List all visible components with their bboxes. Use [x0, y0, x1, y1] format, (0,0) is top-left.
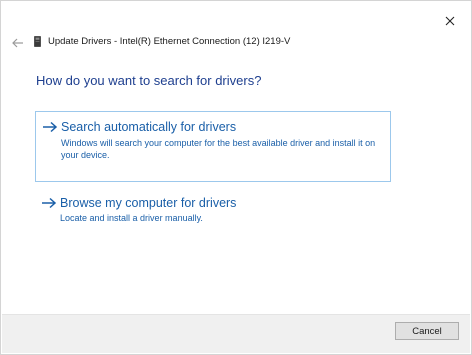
close-icon — [445, 16, 455, 26]
option-description: Locate and install a driver manually. — [60, 213, 203, 223]
search-automatically-option[interactable]: Search automatically for drivers Windows… — [35, 111, 391, 182]
dialog-title: Update Drivers - Intel(R) Ethernet Conne… — [48, 36, 291, 47]
option-title: Search automatically for drivers — [61, 120, 237, 134]
arrow-right-icon — [42, 197, 57, 209]
back-button[interactable] — [9, 34, 27, 52]
close-button[interactable] — [439, 10, 461, 32]
back-arrow-icon — [12, 38, 23, 48]
update-drivers-dialog: Update Drivers - Intel(R) Ethernet Conne… — [0, 0, 472, 355]
cancel-button[interactable]: Cancel — [395, 322, 459, 340]
option-description: Windows will search your computer for th… — [61, 138, 376, 160]
page-heading: How do you want to search for drivers? — [36, 73, 262, 88]
dialog-title-row: Update Drivers - Intel(R) Ethernet Conne… — [34, 36, 290, 47]
option-title: Browse my computer for drivers — [60, 196, 237, 210]
dialog-footer: Cancel — [2, 314, 470, 353]
browse-computer-option[interactable]: Browse my computer for drivers Locate an… — [35, 189, 391, 233]
network-adapter-icon — [34, 36, 41, 47]
arrow-right-icon — [43, 121, 58, 133]
